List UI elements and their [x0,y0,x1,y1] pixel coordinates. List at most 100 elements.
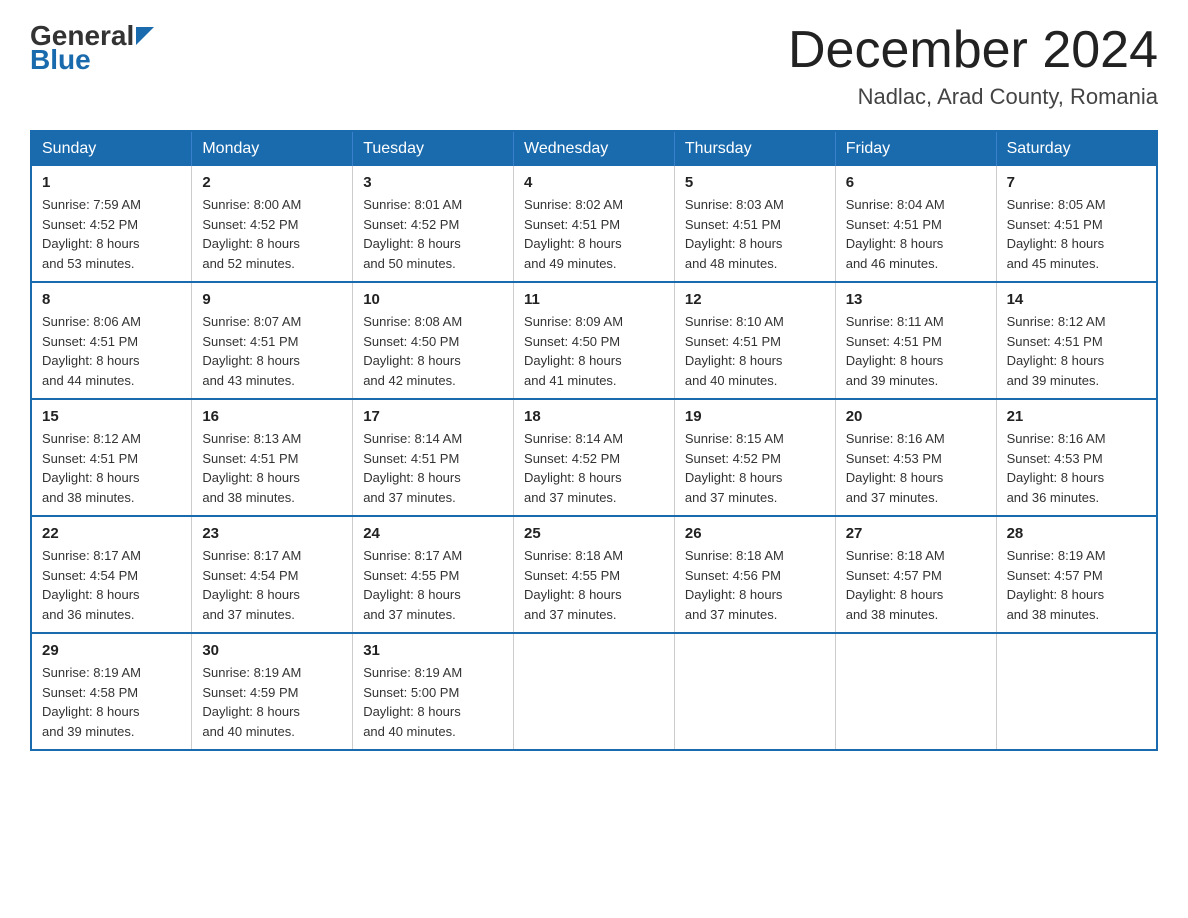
day-number: 26 [685,525,825,542]
day-info: Sunrise: 8:12 AM Sunset: 4:51 PM Dayligh… [42,429,181,507]
day-info: Sunrise: 8:10 AM Sunset: 4:51 PM Dayligh… [685,312,825,390]
day-number: 19 [685,408,825,425]
calendar-week-row: 15 Sunrise: 8:12 AM Sunset: 4:51 PM Dayl… [31,399,1157,516]
calendar-day-cell: 19 Sunrise: 8:15 AM Sunset: 4:52 PM Dayl… [674,399,835,516]
day-info: Sunrise: 8:12 AM Sunset: 4:51 PM Dayligh… [1007,312,1146,390]
weekday-header-saturday: Saturday [996,131,1157,166]
calendar-day-cell: 30 Sunrise: 8:19 AM Sunset: 4:59 PM Dayl… [192,633,353,750]
calendar-table: SundayMondayTuesdayWednesdayThursdayFrid… [30,130,1158,751]
day-number: 24 [363,525,503,542]
day-number: 5 [685,174,825,191]
day-info: Sunrise: 8:19 AM Sunset: 5:00 PM Dayligh… [363,663,503,741]
day-number: 6 [846,174,986,191]
logo-arrow-icon [136,27,154,45]
day-info: Sunrise: 8:15 AM Sunset: 4:52 PM Dayligh… [685,429,825,507]
day-info: Sunrise: 8:11 AM Sunset: 4:51 PM Dayligh… [846,312,986,390]
day-number: 3 [363,174,503,191]
weekday-header-tuesday: Tuesday [353,131,514,166]
calendar-day-cell: 16 Sunrise: 8:13 AM Sunset: 4:51 PM Dayl… [192,399,353,516]
day-info: Sunrise: 8:18 AM Sunset: 4:55 PM Dayligh… [524,546,664,624]
day-info: Sunrise: 8:04 AM Sunset: 4:51 PM Dayligh… [846,195,986,273]
day-info: Sunrise: 7:59 AM Sunset: 4:52 PM Dayligh… [42,195,181,273]
calendar-day-cell: 15 Sunrise: 8:12 AM Sunset: 4:51 PM Dayl… [31,399,192,516]
calendar-header-row: SundayMondayTuesdayWednesdayThursdayFrid… [31,131,1157,166]
calendar-week-row: 8 Sunrise: 8:06 AM Sunset: 4:51 PM Dayli… [31,282,1157,399]
day-info: Sunrise: 8:19 AM Sunset: 4:58 PM Dayligh… [42,663,181,741]
day-info: Sunrise: 8:14 AM Sunset: 4:52 PM Dayligh… [524,429,664,507]
calendar-week-row: 1 Sunrise: 7:59 AM Sunset: 4:52 PM Dayli… [31,166,1157,282]
day-info: Sunrise: 8:14 AM Sunset: 4:51 PM Dayligh… [363,429,503,507]
day-number: 15 [42,408,181,425]
day-info: Sunrise: 8:03 AM Sunset: 4:51 PM Dayligh… [685,195,825,273]
day-number: 12 [685,291,825,308]
calendar-day-cell: 12 Sunrise: 8:10 AM Sunset: 4:51 PM Dayl… [674,282,835,399]
calendar-day-cell: 20 Sunrise: 8:16 AM Sunset: 4:53 PM Dayl… [835,399,996,516]
day-info: Sunrise: 8:16 AM Sunset: 4:53 PM Dayligh… [1007,429,1146,507]
day-number: 11 [524,291,664,308]
day-info: Sunrise: 8:18 AM Sunset: 4:57 PM Dayligh… [846,546,986,624]
calendar-day-cell: 21 Sunrise: 8:16 AM Sunset: 4:53 PM Dayl… [996,399,1157,516]
calendar-empty-cell [514,633,675,750]
calendar-day-cell: 3 Sunrise: 8:01 AM Sunset: 4:52 PM Dayli… [353,166,514,282]
day-info: Sunrise: 8:16 AM Sunset: 4:53 PM Dayligh… [846,429,986,507]
day-number: 31 [363,642,503,659]
day-number: 17 [363,408,503,425]
calendar-week-row: 29 Sunrise: 8:19 AM Sunset: 4:58 PM Dayl… [31,633,1157,750]
day-info: Sunrise: 8:19 AM Sunset: 4:57 PM Dayligh… [1007,546,1146,624]
calendar-day-cell: 29 Sunrise: 8:19 AM Sunset: 4:58 PM Dayl… [31,633,192,750]
calendar-week-row: 22 Sunrise: 8:17 AM Sunset: 4:54 PM Dayl… [31,516,1157,633]
day-number: 20 [846,408,986,425]
day-number: 4 [524,174,664,191]
calendar-day-cell: 26 Sunrise: 8:18 AM Sunset: 4:56 PM Dayl… [674,516,835,633]
calendar-day-cell: 1 Sunrise: 7:59 AM Sunset: 4:52 PM Dayli… [31,166,192,282]
day-number: 9 [202,291,342,308]
calendar-empty-cell [996,633,1157,750]
calendar-day-cell: 14 Sunrise: 8:12 AM Sunset: 4:51 PM Dayl… [996,282,1157,399]
day-number: 16 [202,408,342,425]
day-number: 29 [42,642,181,659]
logo-blue-text: Blue [30,44,91,75]
day-number: 14 [1007,291,1146,308]
calendar-day-cell: 9 Sunrise: 8:07 AM Sunset: 4:51 PM Dayli… [192,282,353,399]
calendar-day-cell: 23 Sunrise: 8:17 AM Sunset: 4:54 PM Dayl… [192,516,353,633]
day-info: Sunrise: 8:18 AM Sunset: 4:56 PM Dayligh… [685,546,825,624]
day-info: Sunrise: 8:19 AM Sunset: 4:59 PM Dayligh… [202,663,342,741]
calendar-day-cell: 17 Sunrise: 8:14 AM Sunset: 4:51 PM Dayl… [353,399,514,516]
day-info: Sunrise: 8:13 AM Sunset: 4:51 PM Dayligh… [202,429,342,507]
month-title: December 2024 [788,20,1158,80]
location-subtitle: Nadlac, Arad County, Romania [788,84,1158,110]
day-number: 13 [846,291,986,308]
day-info: Sunrise: 8:00 AM Sunset: 4:52 PM Dayligh… [202,195,342,273]
logo: General Blue [30,20,154,76]
day-info: Sunrise: 8:09 AM Sunset: 4:50 PM Dayligh… [524,312,664,390]
day-number: 1 [42,174,181,191]
day-number: 23 [202,525,342,542]
day-number: 25 [524,525,664,542]
day-number: 10 [363,291,503,308]
calendar-day-cell: 5 Sunrise: 8:03 AM Sunset: 4:51 PM Dayli… [674,166,835,282]
weekday-header-thursday: Thursday [674,131,835,166]
day-number: 2 [202,174,342,191]
day-info: Sunrise: 8:17 AM Sunset: 4:54 PM Dayligh… [202,546,342,624]
calendar-day-cell: 4 Sunrise: 8:02 AM Sunset: 4:51 PM Dayli… [514,166,675,282]
weekday-header-friday: Friday [835,131,996,166]
calendar-day-cell: 2 Sunrise: 8:00 AM Sunset: 4:52 PM Dayli… [192,166,353,282]
day-info: Sunrise: 8:01 AM Sunset: 4:52 PM Dayligh… [363,195,503,273]
day-info: Sunrise: 8:07 AM Sunset: 4:51 PM Dayligh… [202,312,342,390]
calendar-day-cell: 31 Sunrise: 8:19 AM Sunset: 5:00 PM Dayl… [353,633,514,750]
day-info: Sunrise: 8:05 AM Sunset: 4:51 PM Dayligh… [1007,195,1146,273]
day-number: 30 [202,642,342,659]
calendar-day-cell: 7 Sunrise: 8:05 AM Sunset: 4:51 PM Dayli… [996,166,1157,282]
day-number: 22 [42,525,181,542]
day-info: Sunrise: 8:08 AM Sunset: 4:50 PM Dayligh… [363,312,503,390]
calendar-day-cell: 10 Sunrise: 8:08 AM Sunset: 4:50 PM Dayl… [353,282,514,399]
calendar-empty-cell [674,633,835,750]
day-info: Sunrise: 8:02 AM Sunset: 4:51 PM Dayligh… [524,195,664,273]
day-number: 18 [524,408,664,425]
weekday-header-sunday: Sunday [31,131,192,166]
calendar-day-cell: 13 Sunrise: 8:11 AM Sunset: 4:51 PM Dayl… [835,282,996,399]
day-number: 8 [42,291,181,308]
day-info: Sunrise: 8:17 AM Sunset: 4:55 PM Dayligh… [363,546,503,624]
calendar-day-cell: 11 Sunrise: 8:09 AM Sunset: 4:50 PM Dayl… [514,282,675,399]
weekday-header-wednesday: Wednesday [514,131,675,166]
